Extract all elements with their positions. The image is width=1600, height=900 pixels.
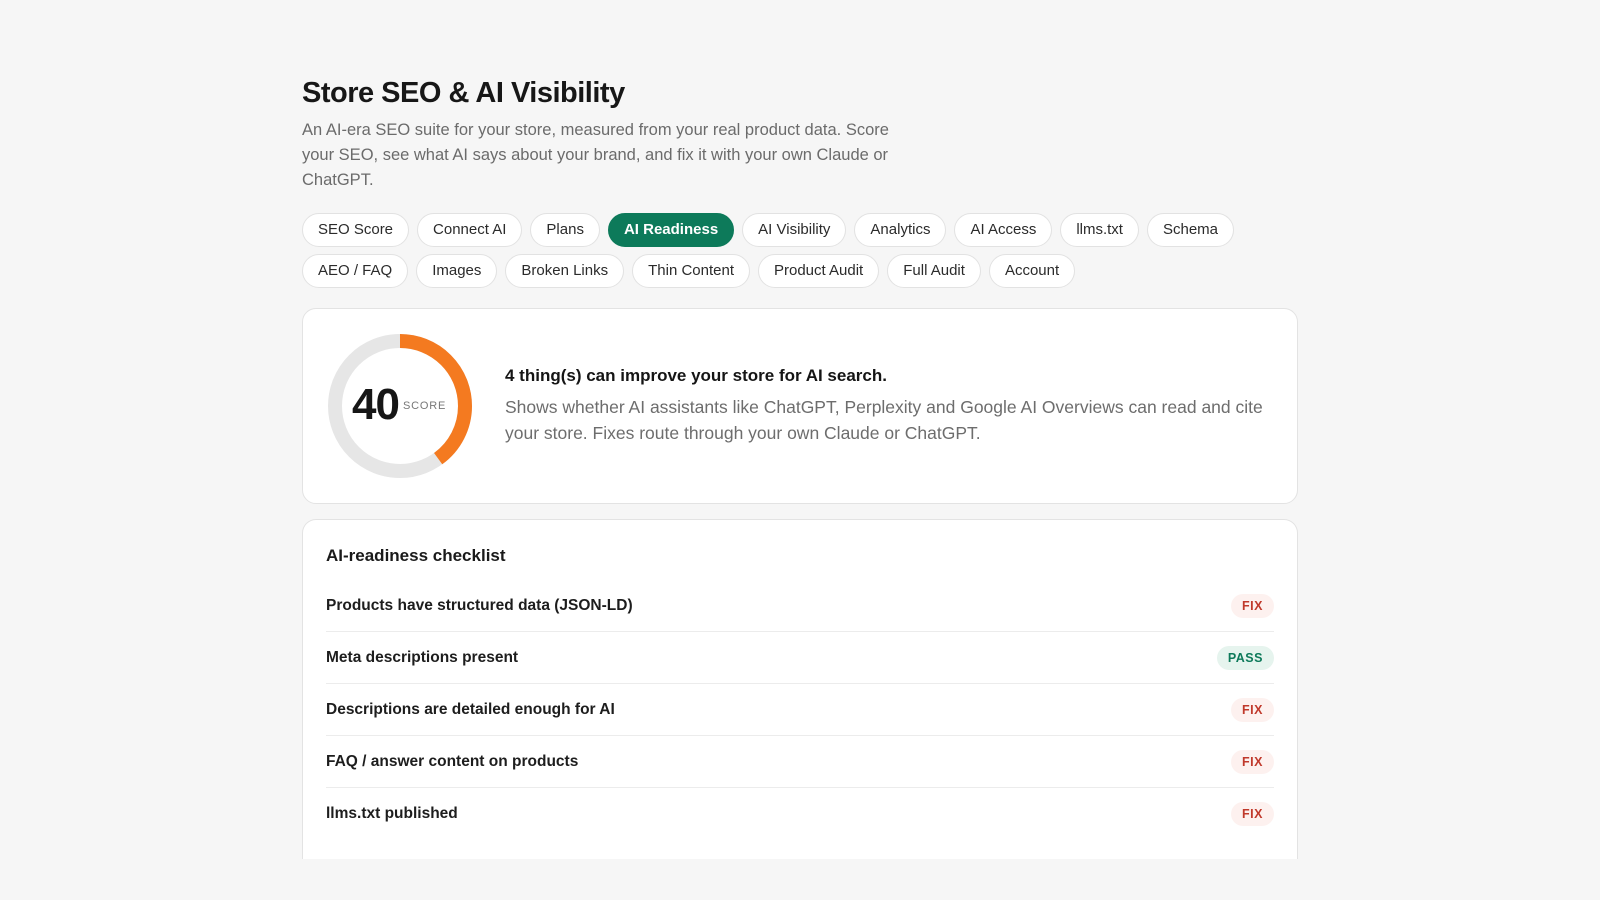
- tab-full-audit[interactable]: Full Audit: [887, 254, 981, 288]
- tab-plans[interactable]: Plans: [530, 213, 600, 247]
- tab-schema[interactable]: Schema: [1146, 213, 1235, 247]
- score-card: 40 SCORE 4 thing(s) can improve your sto…: [302, 308, 1298, 504]
- status-badge[interactable]: FIX: [1231, 802, 1274, 826]
- checklist-row: FAQ / answer content on products FIX: [326, 736, 1274, 788]
- page-title: Store SEO & AI Visibility: [302, 77, 625, 109]
- status-badge: PASS: [1216, 645, 1274, 670]
- tab-ai-visibility[interactable]: AI Visibility: [742, 213, 847, 247]
- tab-images[interactable]: Images: [416, 254, 498, 288]
- page: Store SEO & AI Visibility An AI-era SEO …: [302, 74, 1298, 859]
- score-summary: 4 thing(s) can improve your store for AI…: [505, 364, 1275, 446]
- score-value: 40: [352, 380, 400, 429]
- checklist-item-label: Meta descriptions present: [326, 648, 519, 666]
- checklist-item-label: Products have structured data (JSON-LD): [326, 596, 633, 614]
- checklist-item-label: FAQ / answer content on products: [326, 752, 579, 770]
- score-heading: 4 thing(s) can improve your store for AI…: [505, 366, 887, 385]
- tab-ai-readiness[interactable]: AI Readiness: [607, 213, 735, 247]
- status-badge[interactable]: FIX: [1231, 593, 1274, 618]
- status-badge[interactable]: FIX: [1231, 749, 1274, 774]
- status-badge[interactable]: FIX: [1231, 697, 1274, 722]
- checklist-item-label: llms.txt published: [326, 805, 458, 822]
- tab-connect-ai[interactable]: Connect AI: [417, 213, 523, 247]
- tab-product-audit[interactable]: Product Audit: [758, 254, 880, 288]
- tab-ai-access[interactable]: AI Access: [954, 213, 1053, 247]
- tab-thin-content[interactable]: Thin Content: [632, 254, 750, 288]
- checklist-title: AI-readiness checklist: [326, 546, 506, 565]
- checklist-row: Descriptions are detailed enough for AI …: [326, 684, 1274, 736]
- tab-broken-links[interactable]: Broken Links: [505, 254, 625, 288]
- page-subtitle: An AI-era SEO suite for your store, meas…: [302, 121, 889, 189]
- score-description: Shows whether AI assistants like ChatGPT…: [505, 397, 1263, 443]
- checklist-row: llms.txt published FIX: [326, 788, 1274, 840]
- tab-llms-txt[interactable]: llms.txt: [1060, 213, 1139, 247]
- tab-analytics[interactable]: Analytics: [854, 213, 947, 247]
- tab-aeo-faq[interactable]: AEO / FAQ: [302, 254, 409, 288]
- checklist-row: Meta descriptions present PASS: [326, 632, 1274, 684]
- ai-readiness-checklist: AI-readiness checklist Products have str…: [302, 519, 1298, 859]
- score-gauge: 40 SCORE: [325, 331, 475, 481]
- tab-bar: SEO Score Connect AI Plans AI Readiness …: [302, 213, 1242, 288]
- tab-seo-score[interactable]: SEO Score: [302, 213, 410, 247]
- tab-account[interactable]: Account: [988, 254, 1076, 288]
- checklist-item-label: Descriptions are detailed enough for AI: [326, 700, 615, 718]
- checklist-row: Products have structured data (JSON-LD) …: [326, 580, 1274, 632]
- score-ring: [328, 334, 472, 478]
- score-label: SCORE: [403, 400, 447, 412]
